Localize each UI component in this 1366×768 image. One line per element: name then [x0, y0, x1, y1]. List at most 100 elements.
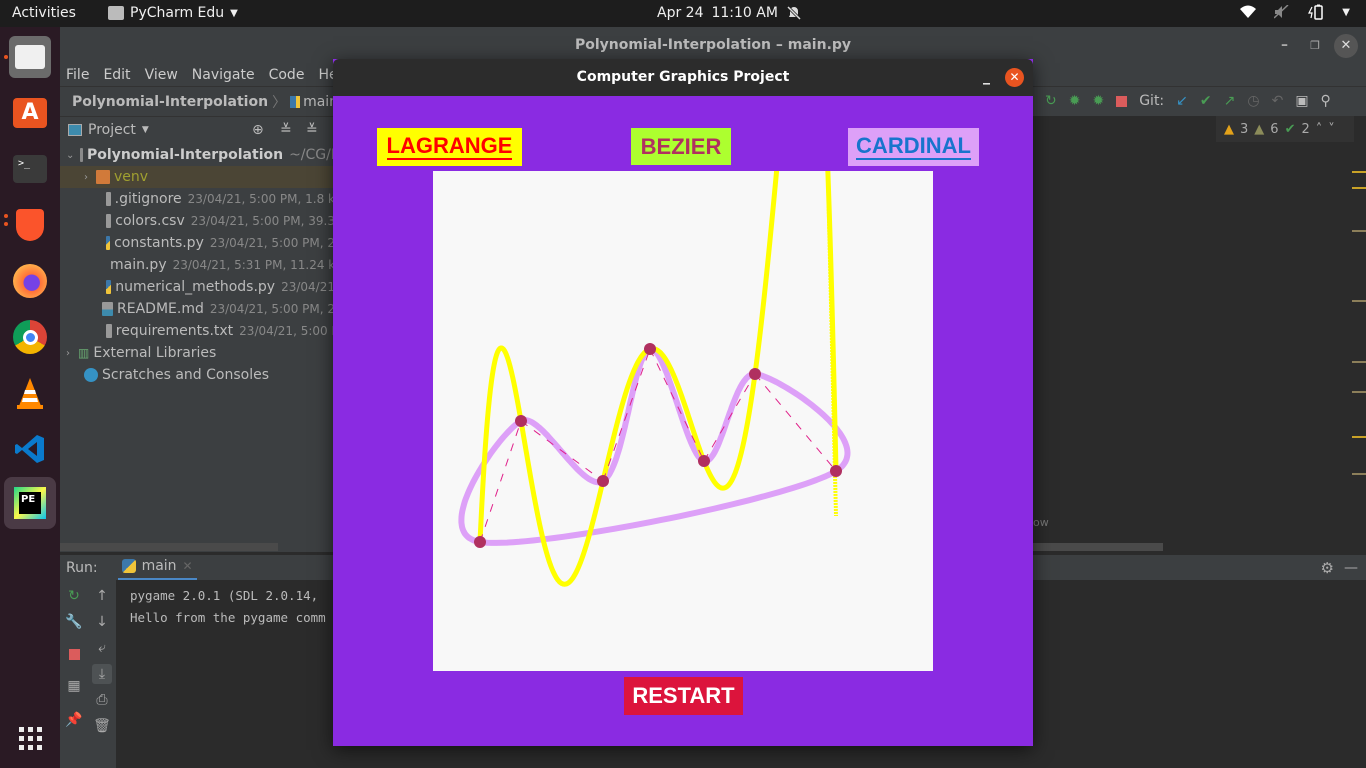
git-commit-icon[interactable]: ✔ — [1200, 93, 1212, 109]
text-file-icon — [106, 214, 112, 228]
previous-highlight-icon[interactable]: ˄ — [1316, 122, 1323, 137]
tree-item-constants-py[interactable]: constants.py 23/04/21, 5:00 PM, 2 — [60, 232, 335, 254]
caret-down-icon[interactable]: ▼ — [142, 125, 149, 135]
expand-all-icon[interactable]: ≚ — [280, 122, 292, 138]
cardinal-button[interactable]: CARDINAL — [848, 128, 979, 166]
ide-close-button[interactable]: ✕ — [1334, 27, 1358, 64]
down-arrow-icon[interactable]: ↓ — [92, 612, 112, 632]
bezier-button[interactable]: BEZIER — [631, 128, 731, 165]
locate-icon[interactable]: ⊕ — [252, 122, 264, 138]
tree-item-readme-md[interactable]: README.md 23/04/21, 5:00 PM, 2 — [60, 298, 335, 320]
editor-horizontal-scrollbar[interactable] — [1033, 543, 1163, 551]
git-history-icon[interactable]: ◷ — [1247, 93, 1259, 109]
tree-item-numerical-methods-py[interactable]: numerical_methods.py 23/04/21 — [60, 276, 335, 298]
dock-terminal[interactable]: >_ — [9, 148, 51, 190]
dock-pycharm-edu[interactable]: PE — [4, 477, 56, 529]
notifications-muted-icon — [786, 5, 801, 21]
dock-brave[interactable] — [9, 204, 51, 246]
folder-icon — [96, 170, 110, 184]
inspection-widget[interactable]: ▲ 3 ▲ 6 ✔ 2 ˄ ˅ — [1216, 116, 1354, 142]
up-arrow-icon[interactable]: ↑ — [92, 586, 112, 606]
control-polygon-segment — [602, 348, 651, 482]
dock-chrome[interactable] — [9, 316, 51, 358]
trash-icon[interactable]: 🗑 — [92, 716, 112, 736]
tree-item-gitignore[interactable]: .gitignore 23/04/21, 5:00 PM, 1.8 k — [60, 188, 335, 210]
scroll-to-end-icon[interactable]: ⤓ — [92, 664, 112, 684]
typo-icon: ✔ — [1284, 121, 1296, 137]
settings-gear-icon[interactable]: ⚙ — [1321, 559, 1334, 577]
layout-icon[interactable]: ▦ — [64, 676, 84, 696]
tree-item-name: .gitignore — [114, 191, 182, 207]
tree-item-scratches[interactable]: Scratches and Consoles — [60, 364, 335, 386]
running-indicator — [4, 55, 8, 59]
tree-item-requirements-txt[interactable]: requirements.txt 23/04/21, 5:00 I — [60, 320, 335, 342]
running-indicator — [4, 214, 8, 218]
show-applications-button[interactable] — [9, 717, 51, 759]
ide-toolbar: ↻ ✹ ✹ Git: ↙ ✔ ↗ ◷ ↶ ▣ ⚲ — [1045, 86, 1331, 116]
ide-maximize-button[interactable]: ❐ — [1310, 27, 1320, 64]
next-highlight-icon[interactable]: ˅ — [1328, 122, 1335, 137]
activities-button[interactable]: Activities — [12, 5, 76, 21]
editor-text-fragment: ow — [1033, 516, 1049, 529]
scratches-icon — [84, 368, 98, 382]
system-tray[interactable]: ▼ — [1240, 4, 1350, 20]
breadcrumb-project[interactable]: Polynomial-Interpolation — [72, 94, 268, 110]
project-horizontal-scrollbar[interactable] — [60, 543, 278, 551]
close-button[interactable]: ✕ — [1005, 68, 1024, 87]
pin-icon[interactable]: 📌 — [64, 710, 84, 730]
print-icon[interactable]: ⎙ — [92, 690, 112, 710]
tree-item-colors-csv[interactable]: colors.csv 23/04/21, 5:00 PM, 39.3 — [60, 210, 335, 232]
run-window-icon[interactable]: ▣ — [1295, 93, 1308, 109]
stop-icon[interactable] — [64, 644, 84, 664]
debug-icon[interactable]: ✹ — [1069, 93, 1081, 109]
drawing-canvas[interactable] — [433, 120, 933, 671]
tree-item-venv[interactable]: › venv — [60, 166, 335, 188]
clock[interactable]: Apr 24 11:10 AM — [657, 5, 802, 21]
control-point — [474, 536, 486, 548]
tree-item-external-libraries[interactable]: › ▥ External Libraries — [60, 342, 335, 364]
soft-wrap-icon[interactable]: ⤶ — [92, 638, 112, 658]
menu-code[interactable]: Code — [269, 67, 305, 83]
stop-icon[interactable] — [1116, 95, 1128, 107]
run-tab-main[interactable]: main ✕ — [117, 555, 197, 581]
project-view-selector[interactable]: Project — [88, 122, 136, 138]
menu-file[interactable]: File — [66, 67, 89, 83]
menu-navigate[interactable]: Navigate — [192, 67, 255, 83]
menu-view[interactable]: View — [145, 67, 178, 83]
chevron-right-icon: › — [84, 171, 88, 183]
dock-software[interactable]: A — [9, 92, 51, 134]
collapse-all-icon[interactable]: ≚ — [306, 122, 318, 138]
tree-root[interactable]: ⌄ Polynomial-Interpolation ~/CG/I — [60, 144, 335, 166]
search-icon[interactable]: ⚲ — [1321, 93, 1331, 109]
tree-item-meta: 23/04/21, 5:00 PM, 1.8 k — [187, 192, 335, 206]
time: 11:10 AM — [711, 5, 778, 21]
git-update-icon[interactable]: ↙ — [1176, 93, 1188, 109]
brave-icon — [16, 209, 44, 241]
tree-item-main-py[interactable]: main.py 23/04/21, 5:31 PM, 11.24 k — [60, 254, 335, 276]
hide-panel-icon[interactable]: — — [1344, 560, 1358, 576]
dock-vlc[interactable] — [9, 372, 51, 414]
restart-button[interactable]: RESTART — [624, 677, 743, 715]
app-menu[interactable]: PyCharm Edu ▼ — [108, 5, 238, 21]
tree-item-name: requirements.txt — [115, 323, 234, 339]
rerun-icon[interactable]: ↻ — [64, 586, 84, 606]
ide-minimize-button[interactable]: – — [1281, 27, 1288, 64]
tree-item-meta: 23/04/21, 5:00 PM, 39.3 — [190, 214, 335, 228]
close-tab-icon[interactable]: ✕ — [183, 559, 193, 573]
git-push-icon[interactable]: ↗ — [1224, 93, 1236, 109]
debug-alt-icon[interactable]: ✹ — [1092, 93, 1104, 109]
lagrange-button[interactable]: LAGRANGE — [377, 128, 522, 166]
menu-edit[interactable]: Edit — [103, 67, 130, 83]
dock-files[interactable] — [9, 36, 51, 78]
error-stripe[interactable] — [1352, 146, 1366, 570]
rerun-icon[interactable]: ↻ — [1045, 93, 1057, 109]
wrench-icon[interactable]: 🔧 — [64, 612, 84, 632]
python-file-icon — [106, 236, 111, 250]
battery-icon — [1308, 4, 1324, 20]
git-rollback-icon[interactable]: ↶ — [1272, 93, 1284, 109]
dock-firefox[interactable] — [9, 260, 51, 302]
minimize-button[interactable]: _ — [983, 59, 990, 96]
python-run-icon — [121, 559, 136, 573]
dock-vscode[interactable] — [9, 428, 51, 470]
run-toolbar: ↻ 🔧 ▦ 📌 ↑ ↓ ⤶ ⤓ ⎙ 🗑 — [60, 580, 116, 768]
